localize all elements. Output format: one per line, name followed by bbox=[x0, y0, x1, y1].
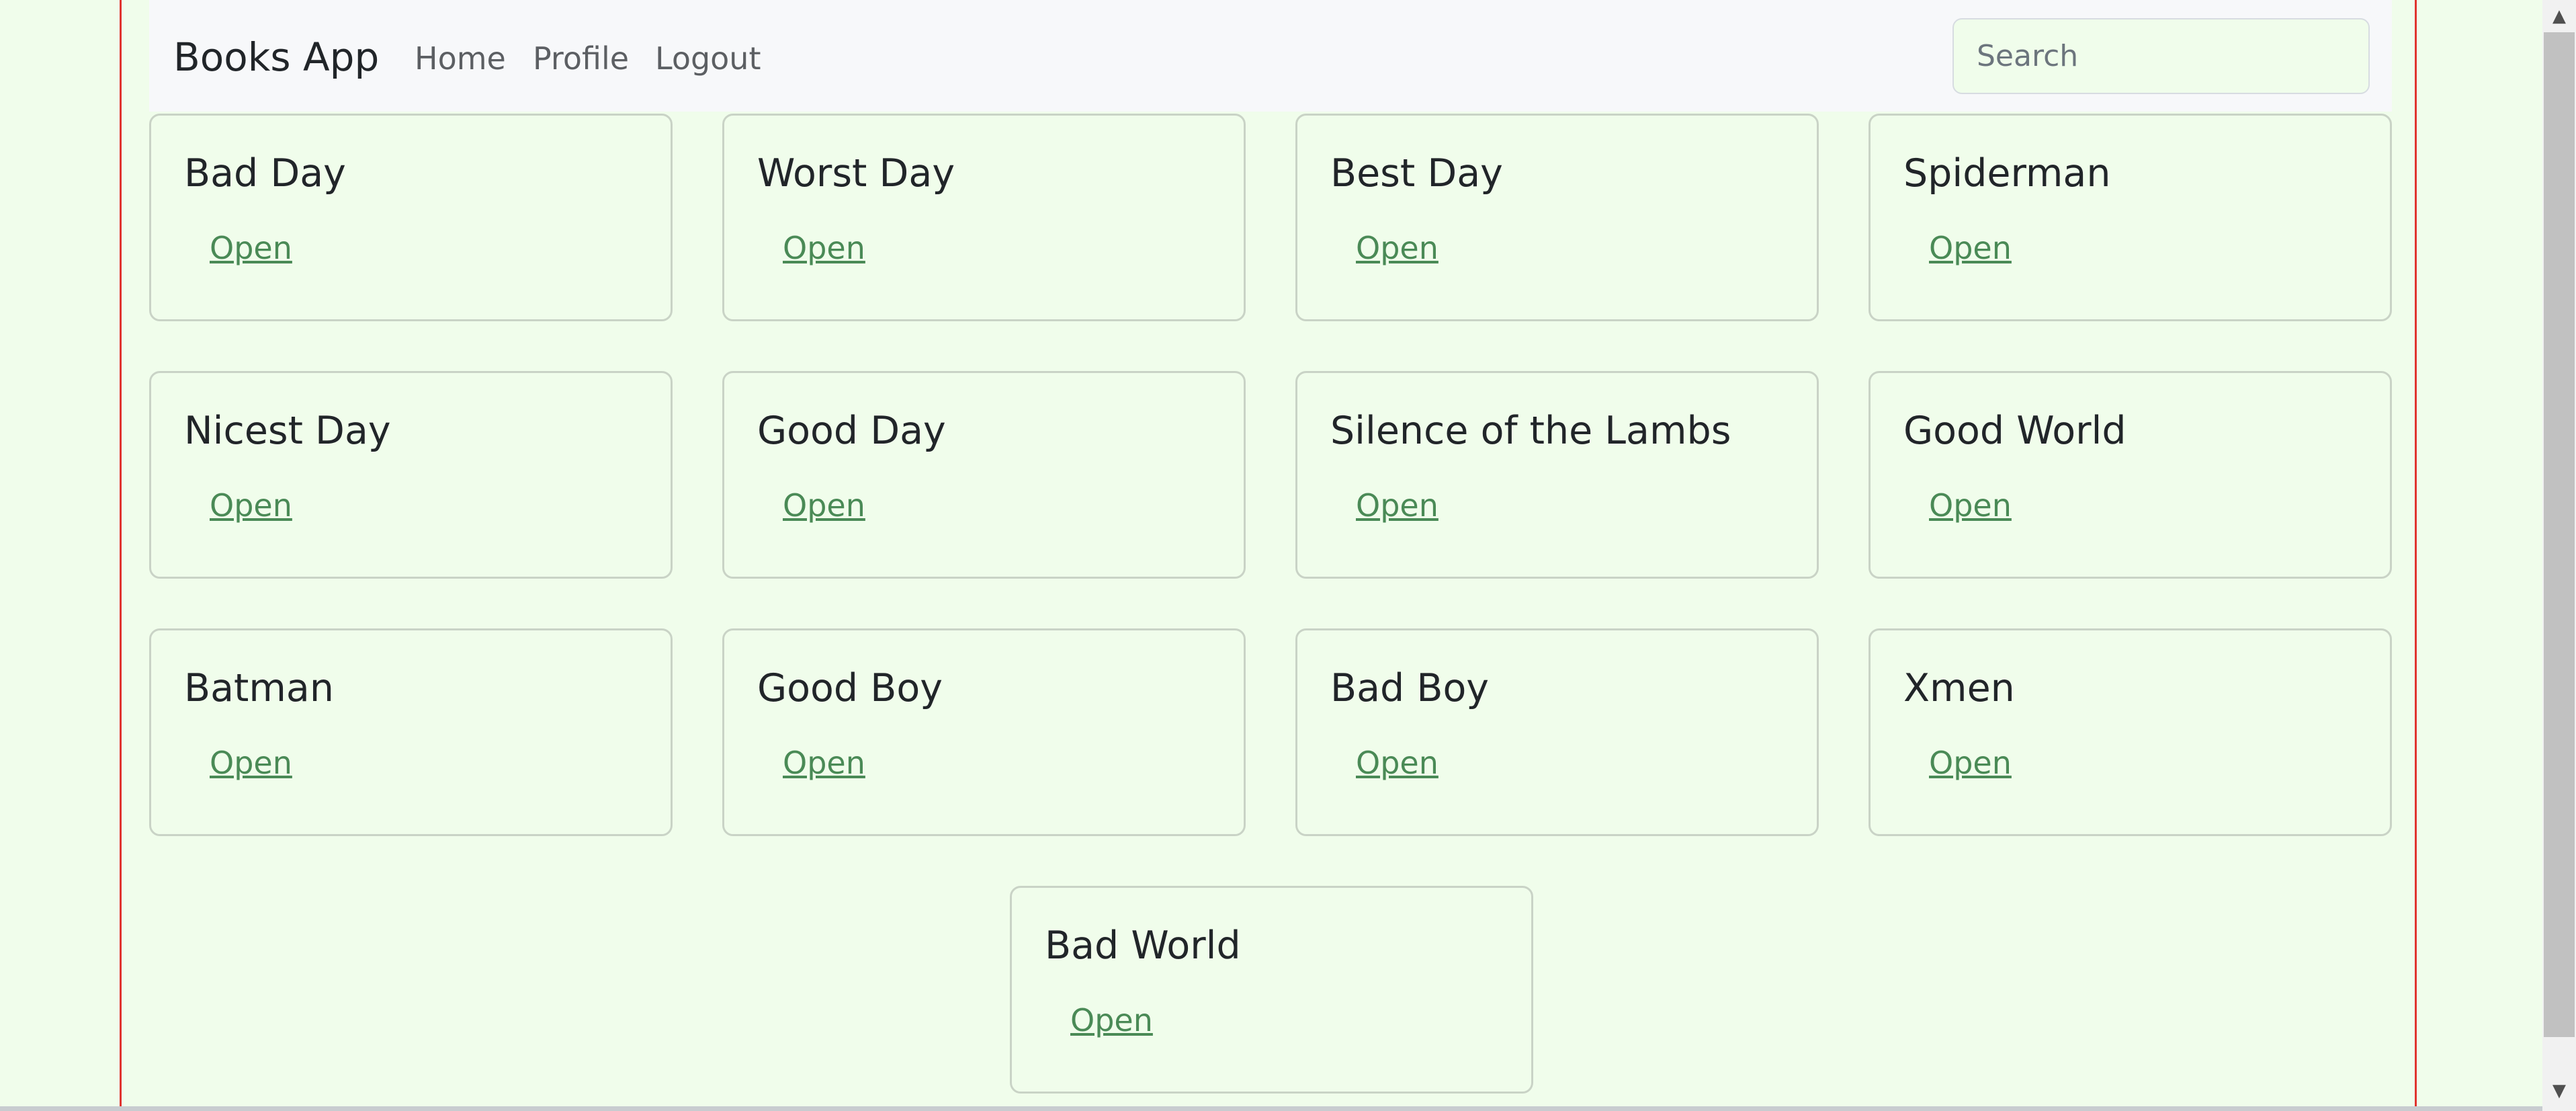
book-card: Batman Open bbox=[149, 628, 673, 836]
book-title: Bad Boy bbox=[1330, 666, 1490, 710]
open-book-link[interactable]: Open bbox=[783, 485, 865, 526]
open-book-link[interactable]: Open bbox=[210, 485, 292, 526]
book-title: Batman bbox=[184, 666, 334, 710]
book-card: Bad Day Open bbox=[149, 114, 673, 321]
open-book-link[interactable]: Open bbox=[1929, 743, 2012, 783]
book-grid: Bad Day Open Worst Day Open Best Day Ope… bbox=[149, 114, 2394, 1111]
search-input[interactable] bbox=[1952, 18, 2370, 94]
book-card: Spiderman Open bbox=[1869, 114, 2392, 321]
book-title: Good Day bbox=[757, 409, 946, 453]
page: Books App Home Profile Logout Bad Day Op… bbox=[0, 0, 2576, 1111]
book-title: Good Boy bbox=[757, 666, 943, 710]
book-card: Nicest Day Open bbox=[149, 371, 673, 579]
window-bottom-edge bbox=[0, 1106, 2542, 1111]
book-card: Good Boy Open bbox=[722, 628, 1246, 836]
book-card: Xmen Open bbox=[1869, 628, 2392, 836]
book-title: Nicest Day bbox=[184, 409, 391, 453]
triangle-down-icon[interactable]: ▼ bbox=[2542, 1077, 2576, 1104]
nav-link-profile[interactable]: Profile bbox=[533, 38, 629, 79]
book-card: Silence of the Lambs Open bbox=[1295, 371, 1819, 579]
book-title: Bad Day bbox=[184, 151, 346, 196]
book-title: Spiderman bbox=[1903, 151, 2111, 196]
open-book-link[interactable]: Open bbox=[783, 228, 865, 268]
book-card: Best Day Open bbox=[1295, 114, 1819, 321]
nav-link-logout[interactable]: Logout bbox=[655, 38, 761, 79]
book-row: Nicest Day Open Good Day Open Silence of… bbox=[149, 371, 2394, 579]
book-card: Bad Boy Open bbox=[1295, 628, 1819, 836]
book-row: Bad World Open bbox=[149, 886, 2394, 1094]
open-book-link[interactable]: Open bbox=[1356, 743, 1439, 783]
open-book-link[interactable]: Open bbox=[1070, 1000, 1153, 1040]
book-title: Xmen bbox=[1903, 666, 2015, 710]
open-book-link[interactable]: Open bbox=[1356, 485, 1439, 526]
open-book-link[interactable]: Open bbox=[210, 743, 292, 783]
open-book-link[interactable]: Open bbox=[210, 228, 292, 268]
book-title: Silence of the Lambs bbox=[1330, 409, 1731, 453]
vertical-scrollbar[interactable]: ▲ ▼ bbox=[2542, 0, 2576, 1111]
navbar: Books App Home Profile Logout bbox=[149, 0, 2392, 112]
book-title: Good World bbox=[1903, 409, 2127, 453]
book-row: Batman Open Good Boy Open Bad Boy Open X… bbox=[149, 628, 2394, 836]
book-row: Bad Day Open Worst Day Open Best Day Ope… bbox=[149, 114, 2394, 321]
book-card: Bad World Open bbox=[1010, 886, 1533, 1094]
open-book-link[interactable]: Open bbox=[1356, 228, 1439, 268]
book-card: Good Day Open bbox=[722, 371, 1246, 579]
book-title: Best Day bbox=[1330, 151, 1503, 196]
open-book-link[interactable]: Open bbox=[1929, 228, 2012, 268]
open-book-link[interactable]: Open bbox=[1929, 485, 2012, 526]
book-title: Worst Day bbox=[757, 151, 955, 196]
scrollbar-thumb[interactable] bbox=[2544, 32, 2575, 1037]
book-card: Good World Open bbox=[1869, 371, 2392, 579]
open-book-link[interactable]: Open bbox=[783, 743, 865, 783]
triangle-up-icon[interactable]: ▲ bbox=[2542, 3, 2576, 30]
brand-link[interactable]: Books App bbox=[173, 34, 379, 81]
nav-link-home[interactable]: Home bbox=[415, 38, 506, 79]
main-container: Books App Home Profile Logout Bad Day Op… bbox=[120, 0, 2417, 1111]
book-card: Worst Day Open bbox=[722, 114, 1246, 321]
book-title: Bad World bbox=[1045, 923, 1241, 968]
